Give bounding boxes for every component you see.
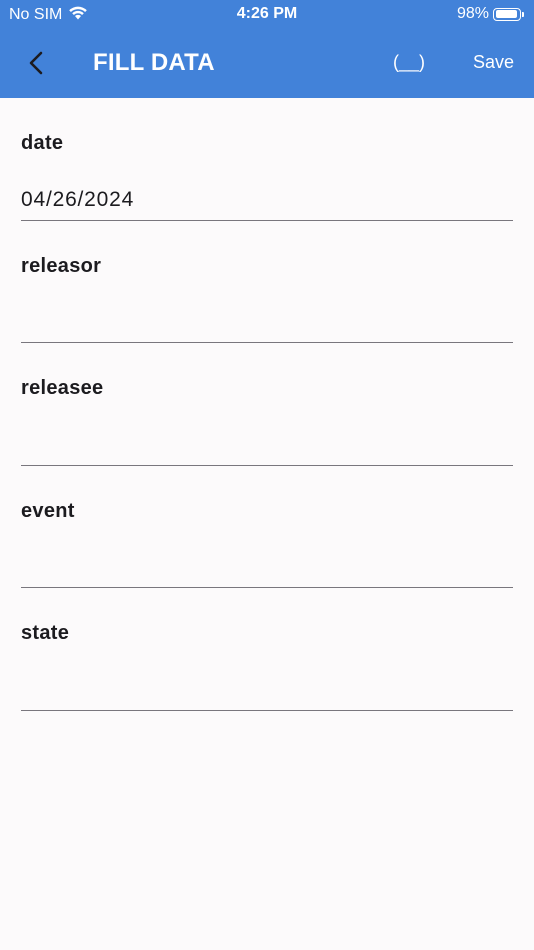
field-releasor: releasor	[21, 221, 513, 343]
save-button[interactable]: Save	[473, 52, 514, 73]
status-time: 4:26 PM	[236, 5, 298, 22]
chevron-left-icon	[29, 51, 43, 75]
field-label: releasee	[21, 377, 104, 399]
status-right: 98%	[457, 5, 524, 23]
blank-button[interactable]: (__)	[393, 52, 425, 73]
header: No SIM 4:26 PM 98% FILL DATA (__) Save	[0, 0, 534, 98]
status-bar: No SIM 4:26 PM 98%	[0, 0, 534, 28]
battery-percent: 98%	[456, 5, 489, 22]
back-button[interactable]	[18, 45, 54, 81]
page-title: FILL DATA	[93, 49, 215, 76]
field-label: releasor	[21, 254, 102, 277]
field-label: date	[21, 132, 64, 154]
battery-fill	[495, 10, 518, 18]
state-input[interactable]	[21, 678, 513, 702]
releasor-input[interactable]	[21, 310, 513, 335]
date-input[interactable]	[21, 188, 513, 212]
app-bar: FILL DATA (__) Save	[0, 28, 534, 98]
releasee-input[interactable]	[21, 433, 513, 457]
field-label: state	[21, 622, 70, 644]
battery-cap	[522, 11, 524, 17]
form: date releasor releasee event state	[21, 98, 513, 711]
field-state: state	[21, 588, 513, 711]
field-label: event	[21, 499, 75, 522]
field-event: event	[21, 466, 513, 588]
event-input[interactable]	[21, 555, 513, 580]
field-releasee: releasee	[21, 343, 513, 466]
battery-icon	[493, 7, 521, 21]
field-date: date	[21, 98, 513, 221]
